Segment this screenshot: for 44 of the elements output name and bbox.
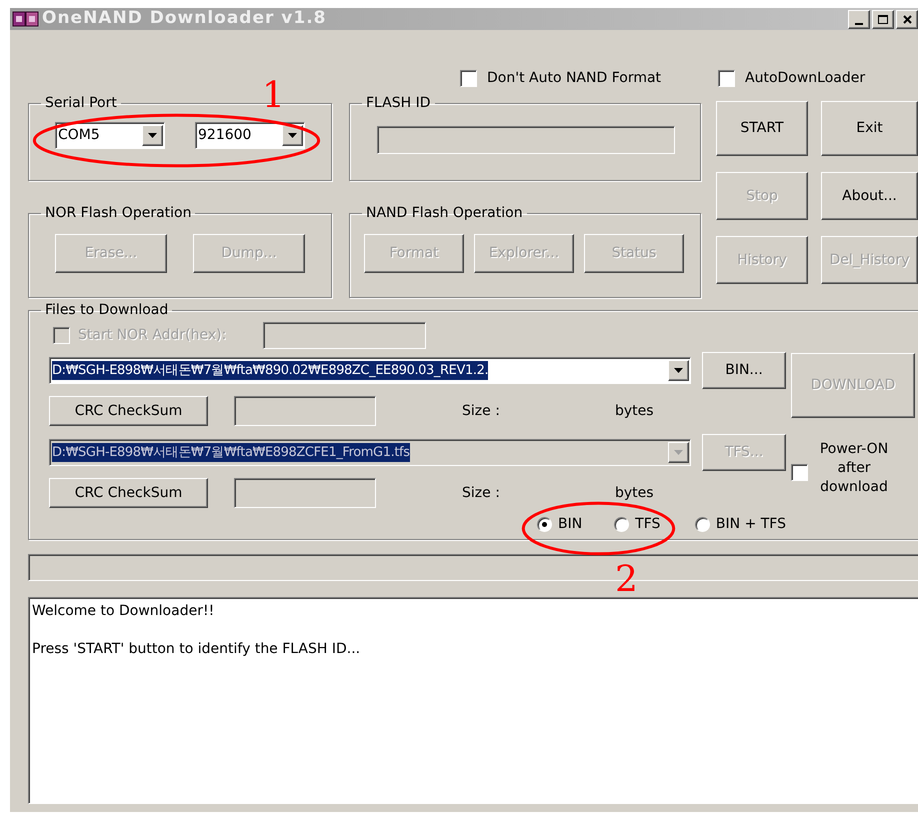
dropdown[interactable]: 921600 — [195, 122, 305, 149]
bytes-label: bytes — [615, 402, 654, 420]
action-button[interactable]: About... — [821, 172, 918, 220]
close-button[interactable] — [896, 10, 918, 28]
minimize-icon — [855, 22, 863, 24]
size-label: Size : — [462, 484, 501, 502]
browse-button[interactable]: BIN... — [702, 352, 786, 389]
dropdown[interactable]: D:₩SGH-E898₩서태돈₩7월₩fta₩890.02₩E898ZC_EE890.03_REV1.2. — [49, 357, 691, 384]
flash-id-field[interactable] — [377, 126, 675, 154]
group-title: NOR Flash Operation — [44, 204, 192, 223]
minimize-button[interactable] — [848, 10, 870, 28]
option-label: Don't Auto NAND Format — [487, 68, 662, 88]
group-title: Files to Download — [44, 301, 170, 320]
checkbox[interactable] — [718, 70, 735, 86]
bytes-label: bytes — [615, 484, 654, 502]
annotation-number: 1 — [262, 76, 285, 116]
option-label: AutoDownLoader — [745, 68, 866, 88]
group-title: Serial Port — [44, 94, 118, 113]
crc-checksum-button[interactable]: CRC CheckSum — [49, 396, 208, 426]
dropdown[interactable]: COM5 — [55, 122, 165, 149]
log-line: Press 'START' button to identify the FLASH ID... — [32, 640, 362, 659]
radio-label: BIN + TFS — [716, 514, 786, 534]
radio-button[interactable] — [614, 516, 630, 532]
app-icon — [12, 10, 40, 28]
group-title: NAND Flash Operation — [365, 204, 524, 223]
maximize-icon — [878, 14, 888, 24]
checksum-field[interactable] — [234, 478, 376, 508]
action-button[interactable]: START — [716, 101, 808, 156]
nor-address-field[interactable] — [263, 322, 426, 349]
checkbox[interactable] — [791, 464, 808, 481]
group-title: FLASH ID — [365, 94, 432, 113]
log-line: Welcome to Downloader!! — [32, 602, 216, 621]
action-button[interactable]: Exit — [821, 101, 918, 156]
close-icon — [902, 14, 912, 24]
radio-label: BIN — [558, 514, 582, 534]
size-label: Size : — [462, 402, 501, 420]
maximize-button[interactable] — [872, 10, 894, 28]
radio-label: TFS — [635, 514, 660, 534]
radio-button[interactable] — [537, 516, 552, 532]
checksum-field[interactable] — [234, 396, 376, 426]
radio-button[interactable] — [694, 516, 710, 532]
power-on-label: Power-ON after download — [818, 440, 890, 497]
window-title: OneNAND Downloader v1.8 — [42, 8, 326, 30]
checkbox[interactable] — [460, 70, 477, 86]
